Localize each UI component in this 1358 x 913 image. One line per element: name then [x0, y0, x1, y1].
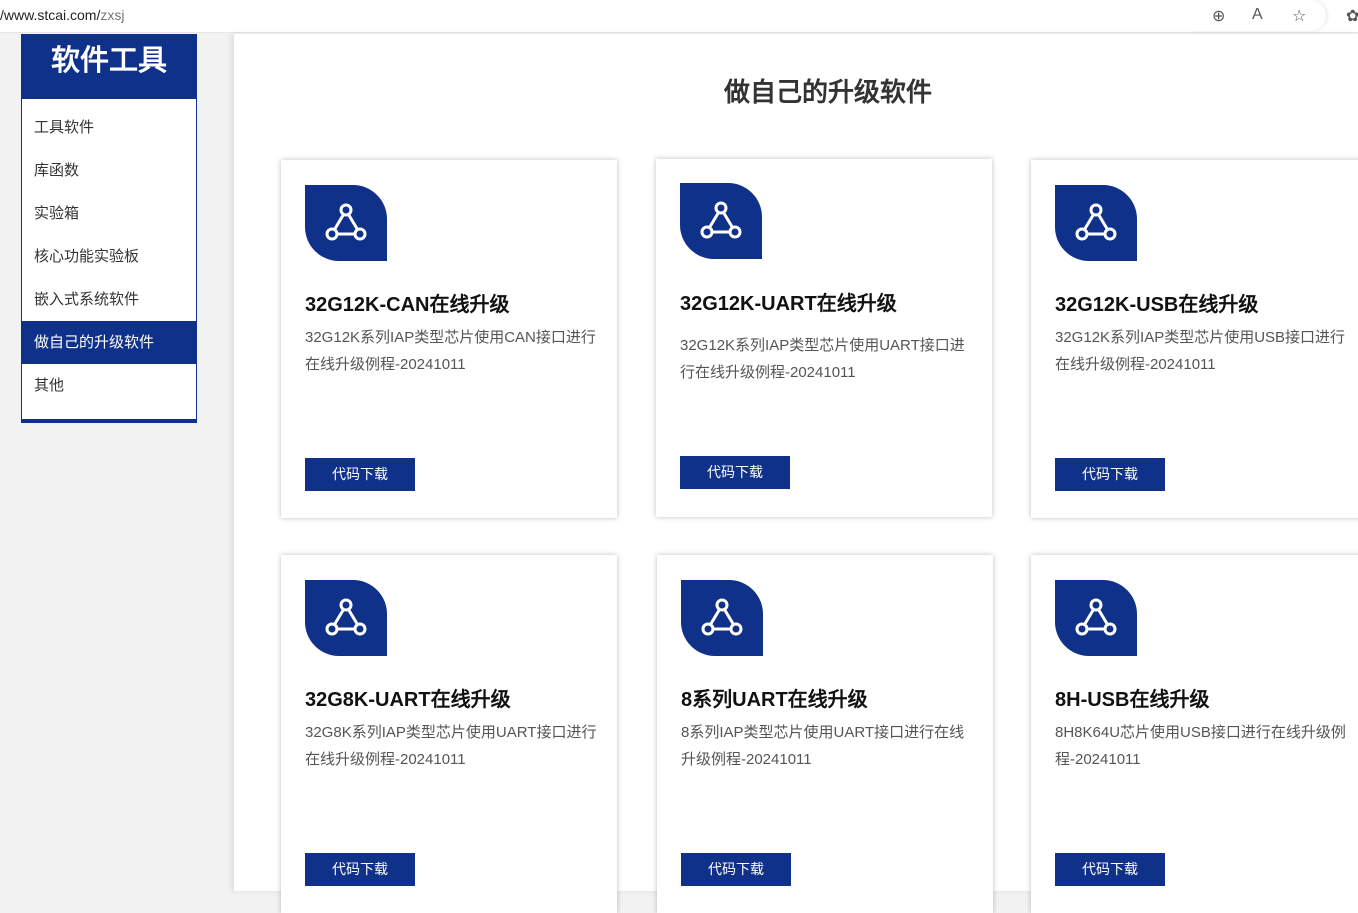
card-title[interactable]: 32G12K-CAN在线升级 [305, 288, 509, 317]
download-code-button[interactable]: 代码下载 [681, 853, 791, 886]
network-icon [1055, 580, 1137, 656]
download-code-button[interactable]: 代码下载 [1055, 458, 1165, 491]
sidebar-item[interactable]: 嵌入式系统软件 [22, 278, 196, 321]
sidebar-item[interactable]: 核心功能实验板 [22, 235, 196, 278]
card-description: 32G12K系列IAP类型芯片使用UART接口进行在线升级例程-20241011 [680, 337, 965, 381]
main-content: 做自己的升级软件 32G12K-CAN在线升级 32G12K系列IAP类型芯片使… [234, 34, 1358, 913]
favorite-star-icon[interactable]: ☆ [1292, 6, 1306, 26]
sidebar-item[interactable]: 其他 [22, 364, 196, 407]
product-card: 32G12K-USB在线升级 32G12K系列IAP类型芯片使用USB接口进行在… [1031, 160, 1358, 518]
card-title[interactable]: 32G12K-USB在线升级 [1055, 288, 1258, 317]
sidebar: 软件工具 工具软件 库函数 实验箱 核心功能实验板 嵌入式系统软件 做自己的升级软件 其他 [21, 34, 197, 423]
page-title: 做自己的升级软件 [723, 77, 932, 107]
network-icon [305, 185, 387, 261]
product-card: 32G12K-UART在线升级 32G12K系列IAP类型芯片使用UART接口进… [656, 159, 992, 517]
download-code-button[interactable]: 代码下载 [680, 456, 790, 489]
download-code-button[interactable]: 代码下载 [1055, 853, 1165, 886]
card-description: 32G8K系列IAP类型芯片使用UART接口进行在线升级例程-20241011 [305, 724, 597, 768]
product-card: 32G12K-CAN在线升级 32G12K系列IAP类型芯片使用CAN接口进行在… [281, 160, 617, 518]
network-icon [681, 580, 763, 656]
card-description: 8系列IAP类型芯片使用UART接口进行在线升级例程-20241011 [681, 724, 965, 768]
card-description: 8H8K64U芯片使用USB接口进行在线升级例程-20241011 [1055, 724, 1346, 768]
read-aloud-icon[interactable]: A [1252, 6, 1263, 24]
url-path: zxsj [100, 7, 125, 23]
url-host: /www.stcai.com/ [0, 7, 101, 23]
card-description: 32G12K系列IAP类型芯片使用USB接口进行在线升级例程-20241011 [1055, 329, 1346, 373]
network-icon [680, 183, 762, 259]
network-icon [1055, 185, 1137, 261]
sidebar-item[interactable]: 库函数 [22, 149, 196, 192]
sidebar-item[interactable]: 工具软件 [22, 106, 196, 149]
extensions-icon[interactable]: ✿ [1346, 6, 1358, 26]
browser-toolbar: /www.stcai.com/zxsj ⊕ A ☆ ✿ [0, 0, 1358, 33]
product-card: 8系列UART在线升级 8系列IAP类型芯片使用UART接口进行在线升级例程-2… [657, 555, 993, 913]
card-description: 32G12K系列IAP类型芯片使用CAN接口进行在线升级例程-20241011 [305, 329, 596, 373]
download-code-button[interactable]: 代码下载 [305, 458, 415, 491]
address-bar[interactable]: /www.stcai.com/zxsj [0, 7, 124, 23]
card-title[interactable]: 8H-USB在线升级 [1055, 683, 1209, 712]
card-title[interactable]: 32G12K-UART在线升级 [680, 287, 897, 316]
zoom-icon[interactable]: ⊕ [1212, 6, 1225, 26]
card-title[interactable]: 32G8K-UART在线升级 [305, 683, 511, 712]
product-card: 32G8K-UART在线升级 32G8K系列IAP类型芯片使用UART接口进行在… [281, 555, 617, 913]
sidebar-title: 软件工具 [22, 35, 196, 99]
sidebar-item[interactable]: 实验箱 [22, 192, 196, 235]
network-icon [305, 580, 387, 656]
sidebar-item[interactable]: 做自己的升级软件 [22, 321, 196, 364]
card-title[interactable]: 8系列UART在线升级 [681, 683, 868, 712]
product-card: 8H-USB在线升级 8H8K64U芯片使用USB接口进行在线升级例程-2024… [1031, 555, 1358, 913]
download-code-button[interactable]: 代码下载 [305, 853, 415, 886]
